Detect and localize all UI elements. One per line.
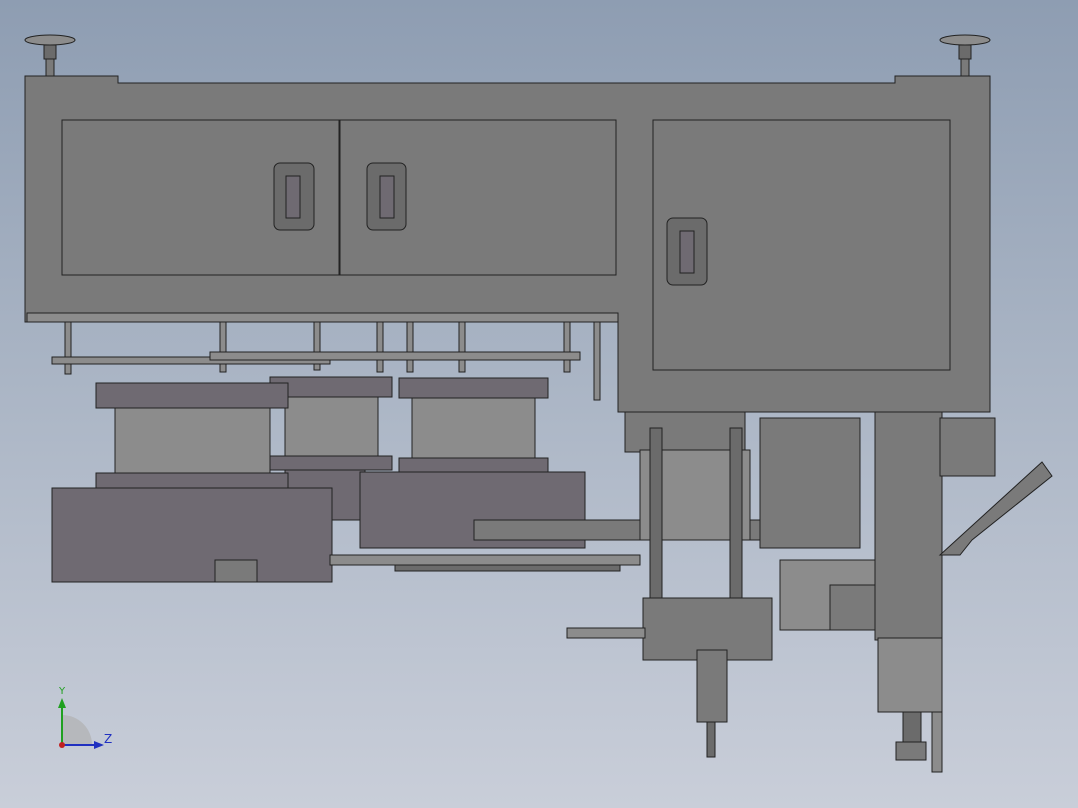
triad-y-label: Y [59,686,66,697]
leveling-foot-right [939,34,991,78]
housing-base-strip [26,312,619,323]
motor-assembly [874,411,943,773]
door-handle-3[interactable] [666,217,708,286]
leveling-foot-left [24,34,76,78]
door-handle-1[interactable] [273,162,315,231]
triad-z-label: Z [104,732,113,746]
linear-feeder-rail [329,554,641,566]
feeder-plate-2 [209,351,581,361]
side-bracket [939,417,996,477]
door-handle-2[interactable] [366,162,407,231]
cad-model-viewport[interactable] [0,0,1078,808]
assembly-station [566,411,876,758]
coordinate-triad [58,698,104,749]
